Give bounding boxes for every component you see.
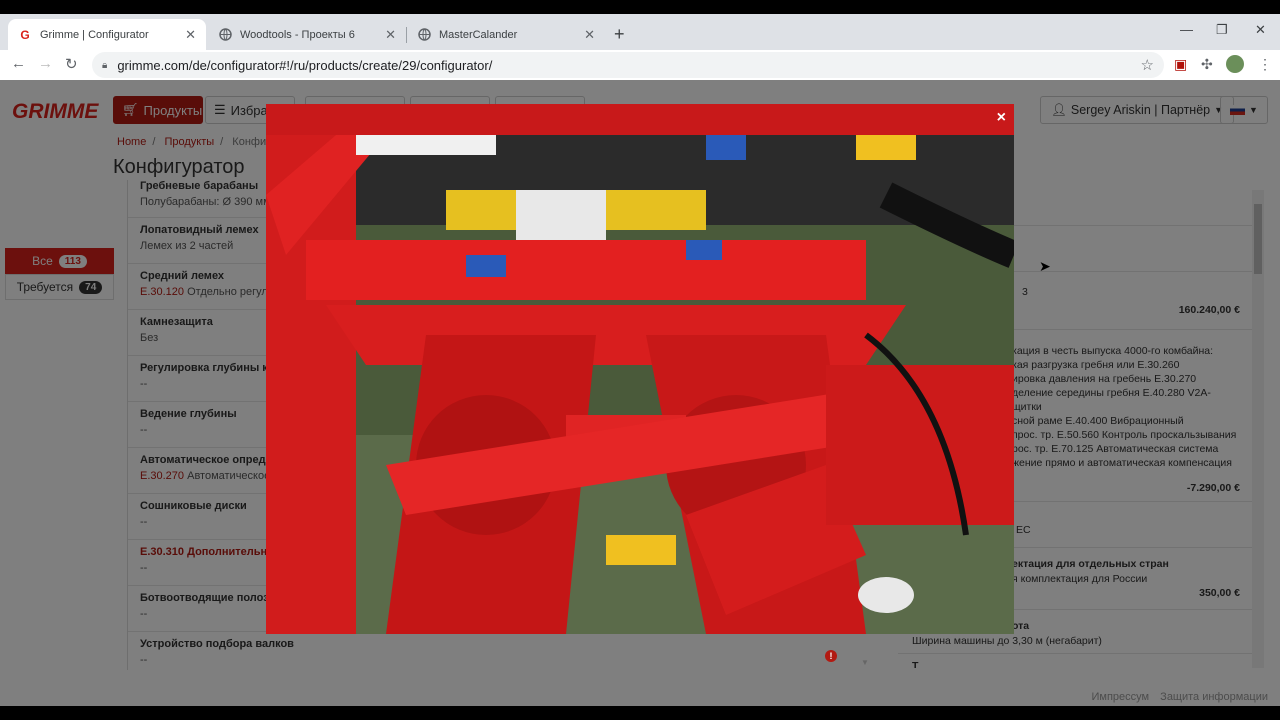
mouse-cursor-icon: ➤ xyxy=(1039,258,1051,274)
browser-chrome: G Grimme | Configurator ✕ Woodtools - Пр… xyxy=(0,14,1280,80)
window-close-icon[interactable]: ✕ xyxy=(1255,22,1266,38)
minimize-icon[interactable]: — xyxy=(1180,22,1193,37)
close-icon[interactable]: × xyxy=(997,109,1006,127)
scroll-down-icon[interactable]: ▼ xyxy=(861,658,869,667)
reload-icon[interactable]: ↻ xyxy=(65,55,78,73)
tab-title: Woodtools - Проекты 6 xyxy=(240,28,355,41)
lock-icon: 🔒︎ xyxy=(102,59,108,71)
globe-icon xyxy=(417,28,431,42)
product-photo xyxy=(266,135,1014,634)
tab-title: MasterCalander xyxy=(439,28,518,41)
url-input[interactable]: 🔒︎ grimme.com/de/configurator#!/ru/produ… xyxy=(92,52,1164,78)
pdf-extension-icon[interactable]: ▣ xyxy=(1174,56,1187,73)
menu-dots-icon[interactable]: ⋮ xyxy=(1258,56,1272,73)
close-icon[interactable]: ✕ xyxy=(584,27,595,43)
close-icon[interactable]: ✕ xyxy=(385,27,396,43)
tab-grimme[interactable]: G Grimme | Configurator ✕ xyxy=(8,19,206,50)
bookmark-star-icon[interactable]: ☆ xyxy=(1141,56,1154,74)
close-icon[interactable]: ✕ xyxy=(185,27,196,43)
web-page: GRIMME 🛒︎ Продукты ☰ Избра 👤︎ Sergey Ari… xyxy=(0,80,1280,706)
screen-bottom-bar xyxy=(0,706,1280,720)
tab-mastercalander[interactable]: MasterCalander ✕ xyxy=(407,19,605,50)
machinery-illustration xyxy=(266,135,1014,634)
globe-icon xyxy=(218,28,232,42)
new-tab-icon[interactable]: + xyxy=(614,24,625,45)
screen-top-bar xyxy=(0,0,1280,14)
url-text: grimme.com/de/configurator#!/ru/products… xyxy=(117,57,493,73)
address-bar: ← → ↻ 🔒︎ grimme.com/de/configurator#!/ru… xyxy=(0,50,1280,80)
tab-woodtools[interactable]: Woodtools - Проекты 6 ✕ xyxy=(208,19,406,50)
grimme-favicon-icon: G xyxy=(20,27,30,42)
info-icon[interactable]: ! xyxy=(825,650,837,662)
image-modal: × xyxy=(266,104,1014,634)
tab-strip: G Grimme | Configurator ✕ Woodtools - Пр… xyxy=(0,14,1280,50)
extensions-puzzle-icon[interactable]: ✣ xyxy=(1201,56,1213,73)
tab-title: Grimme | Configurator xyxy=(40,28,149,41)
profile-avatar-icon[interactable] xyxy=(1226,55,1244,73)
back-icon[interactable]: ← xyxy=(11,55,26,72)
restore-icon[interactable]: ❐ xyxy=(1216,22,1228,38)
forward-icon[interactable]: → xyxy=(38,55,53,72)
